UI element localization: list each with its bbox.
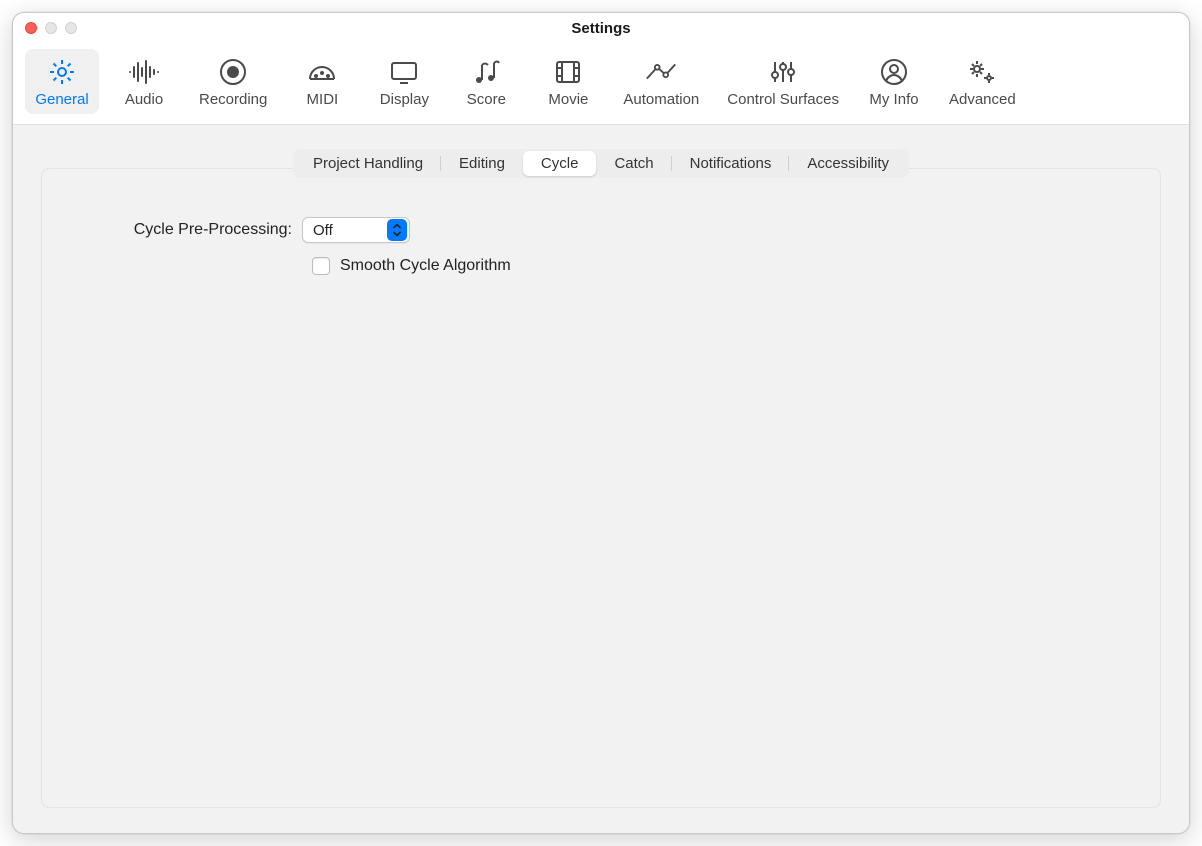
tab-control-surfaces[interactable]: Control Surfaces	[717, 49, 849, 114]
tab-recording[interactable]: Recording	[189, 49, 277, 114]
gears-icon	[965, 55, 999, 89]
content-area: Project Handling Editing Cycle Catch Not…	[13, 125, 1189, 833]
subtab-label: Cycle	[541, 155, 579, 172]
subtab-notifications[interactable]: Notifications	[672, 151, 790, 176]
tab-audio[interactable]: Audio	[107, 49, 181, 114]
close-window-button[interactable]	[25, 22, 37, 34]
zoom-window-button[interactable]	[65, 22, 77, 34]
subtab-editing[interactable]: Editing	[441, 151, 523, 176]
film-icon	[551, 55, 585, 89]
tab-my-info[interactable]: My Info	[857, 49, 931, 114]
general-subtabs: Project Handling Editing Cycle Catch Not…	[293, 149, 909, 178]
record-icon	[216, 55, 250, 89]
tab-advanced[interactable]: Advanced	[939, 49, 1026, 114]
automation-icon	[644, 55, 678, 89]
tab-automation[interactable]: Automation	[613, 49, 709, 114]
chevron-up-down-icon	[387, 219, 407, 241]
tab-label: Control Surfaces	[727, 91, 839, 108]
display-icon	[387, 55, 421, 89]
traffic-lights	[25, 22, 77, 34]
cycle-preprocessing-row: Cycle Pre-Processing: Off	[72, 217, 1130, 243]
tab-midi[interactable]: MIDI	[285, 49, 359, 114]
subtab-label: Catch	[614, 155, 653, 172]
tab-label: General	[35, 91, 88, 108]
subtab-accessibility[interactable]: Accessibility	[789, 151, 907, 176]
smooth-cycle-label: Smooth Cycle Algorithm	[340, 257, 511, 275]
sliders-icon	[766, 55, 800, 89]
subtab-label: Project Handling	[313, 155, 423, 172]
tab-display[interactable]: Display	[367, 49, 441, 114]
tab-label: Advanced	[949, 91, 1016, 108]
gear-icon	[45, 55, 79, 89]
titlebar: Settings	[13, 13, 1189, 43]
tab-label: Score	[467, 91, 506, 108]
tab-general[interactable]: General	[25, 49, 99, 114]
subtab-label: Notifications	[690, 155, 772, 172]
music-notes-icon	[469, 55, 503, 89]
subtab-cycle[interactable]: Cycle	[523, 151, 597, 176]
cycle-preprocessing-label: Cycle Pre-Processing:	[72, 221, 302, 239]
tab-score[interactable]: Score	[449, 49, 523, 114]
tab-label: Automation	[623, 91, 699, 108]
tab-movie[interactable]: Movie	[531, 49, 605, 114]
waveform-icon	[127, 55, 161, 89]
cycle-preprocessing-value: Off	[313, 222, 379, 239]
window-title: Settings	[571, 20, 630, 37]
tab-label: Audio	[125, 91, 163, 108]
settings-window: Settings General Audio	[12, 12, 1190, 834]
cycle-preprocessing-popup[interactable]: Off	[302, 217, 410, 243]
minimize-window-button[interactable]	[45, 22, 57, 34]
cycle-settings-panel: Cycle Pre-Processing: Off Smooth Cycle A…	[41, 168, 1161, 808]
tab-label: Movie	[548, 91, 588, 108]
tab-label: My Info	[869, 91, 918, 108]
smooth-cycle-row: Smooth Cycle Algorithm	[312, 257, 1130, 275]
person-circle-icon	[877, 55, 911, 89]
tab-label: Display	[380, 91, 429, 108]
preferences-toolbar: General Audio Recording	[13, 43, 1189, 125]
tab-label: Recording	[199, 91, 267, 108]
smooth-cycle-checkbox[interactable]	[312, 257, 330, 275]
tab-label: MIDI	[307, 91, 339, 108]
subtab-catch[interactable]: Catch	[596, 151, 671, 176]
midi-port-icon	[305, 55, 339, 89]
subtab-project-handling[interactable]: Project Handling	[295, 151, 441, 176]
subtab-label: Editing	[459, 155, 505, 172]
subtab-label: Accessibility	[807, 155, 889, 172]
